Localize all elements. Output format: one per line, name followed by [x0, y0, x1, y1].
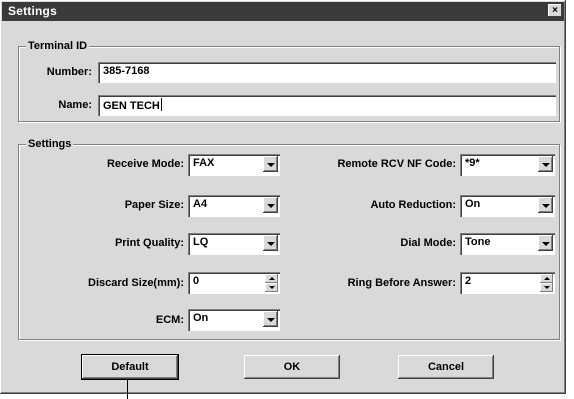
print-quality-select[interactable]: LQ: [188, 233, 280, 255]
settings-legend: Settings: [26, 138, 74, 150]
receive-mode-select[interactable]: FAX: [188, 154, 280, 176]
spin-up-icon[interactable]: [540, 274, 553, 283]
text-cursor: [160, 98, 162, 111]
ecm-select[interactable]: On: [188, 309, 280, 331]
dial-mode-label: Dial Mode:: [400, 237, 456, 249]
number-label: Number:: [46, 66, 92, 78]
paper-size-select[interactable]: A4: [188, 195, 280, 217]
chevron-down-icon[interactable]: [263, 235, 278, 251]
settings-dialog: Settings × Terminal ID Number: 385-7168 …: [0, 0, 566, 394]
remote-rcv-label: Remote RCV NF Code:: [337, 158, 456, 170]
number-value: 385-7168: [103, 65, 150, 77]
ecm-label: ECM:: [155, 314, 184, 326]
window-title: Settings: [8, 4, 57, 18]
spin-up-icon[interactable]: [265, 274, 278, 283]
receive-mode-label: Receive Mode:: [106, 158, 184, 170]
dial-mode-select[interactable]: Tone: [460, 233, 555, 255]
ring-before-answer-spinbox[interactable]: 2: [460, 272, 555, 294]
number-field[interactable]: 385-7168: [98, 62, 556, 83]
discard-size-spinbox[interactable]: 0: [188, 272, 280, 294]
print-quality-label: Print Quality:: [114, 237, 184, 249]
ring-before-answer-label: Ring Before Answer:: [347, 277, 456, 289]
spin-control: [540, 274, 553, 292]
chevron-down-icon[interactable]: [538, 197, 553, 213]
discard-size-label: Discard Size(mm):: [88, 277, 184, 289]
close-icon[interactable]: ×: [548, 4, 562, 17]
chevron-down-icon[interactable]: [263, 197, 278, 213]
chevron-down-icon[interactable]: [263, 156, 278, 172]
spin-control: [265, 274, 278, 292]
name-value: GEN TECH: [103, 100, 160, 112]
cancel-button[interactable]: Cancel: [398, 355, 494, 379]
title-bar[interactable]: Settings ×: [2, 2, 564, 21]
chevron-down-icon[interactable]: [538, 235, 553, 251]
terminal-id-legend: Terminal ID: [26, 40, 90, 52]
callout-line: [127, 380, 128, 399]
chevron-down-icon[interactable]: [538, 156, 553, 172]
name-label: Name:: [58, 99, 92, 111]
spin-down-icon[interactable]: [265, 283, 278, 292]
default-button[interactable]: Default: [81, 354, 179, 380]
name-field[interactable]: GEN TECH: [98, 95, 556, 116]
spin-down-icon[interactable]: [540, 283, 553, 292]
ok-button[interactable]: OK: [244, 355, 340, 379]
auto-reduction-select[interactable]: On: [460, 195, 555, 217]
remote-rcv-select[interactable]: *9*: [460, 154, 555, 176]
chevron-down-icon[interactable]: [263, 311, 278, 327]
discard-size-value: 0: [193, 275, 200, 287]
paper-size-label: Paper Size:: [124, 199, 184, 211]
ring-before-answer-value: 2: [465, 275, 472, 287]
auto-reduction-label: Auto Reduction:: [370, 199, 456, 211]
